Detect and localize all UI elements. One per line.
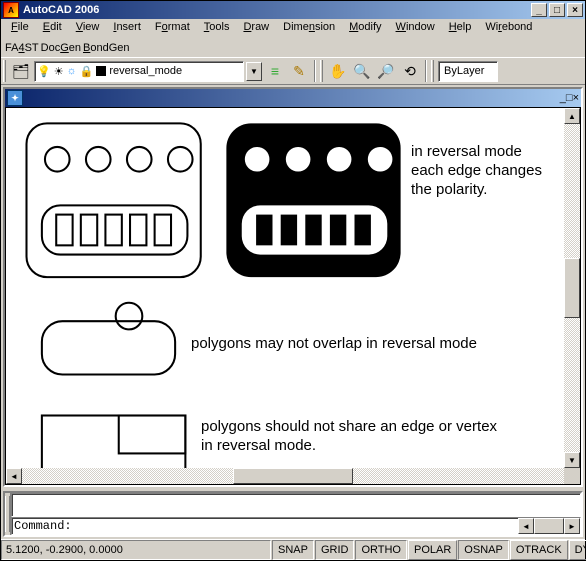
drawing-icon: ✦ [7,90,23,106]
layer-name: reversal_mode [109,65,182,77]
menu-file[interactable]: File [5,19,35,35]
cmd-scroll-right-button[interactable]: ► [564,518,580,534]
scroll-down-button[interactable]: ▼ [564,452,580,468]
menubar: File Edit View Insert Format Tools Draw … [1,19,585,38]
horizontal-scroll-thumb[interactable] [233,468,353,484]
cmd-scroll-left-button[interactable]: ◄ [518,518,534,534]
menu-draw[interactable]: Draw [237,19,275,35]
menu-bondgen[interactable]: BondGen [83,42,130,54]
caption-1: in reversal mode each edge changes the p… [411,143,551,199]
drawing-titlebar: ✦ _ □ × [5,89,581,107]
pan-icon: ✋ [329,63,346,80]
zoom-prev-icon: ⟲ [404,63,416,80]
toolbar-grip-2[interactable] [320,60,323,82]
status-osnap[interactable]: OSNAP [458,540,509,560]
scroll-left-button[interactable]: ◄ [6,468,22,484]
status-grid[interactable]: GRID [315,540,355,560]
layers-stack-icon: 🗂 [12,63,30,80]
cmd-scroll-thumb[interactable] [534,518,564,534]
layer-dropdown-arrow[interactable]: ▼ [246,62,262,81]
zoom-previous-button[interactable]: ⟲ [399,60,421,82]
menu-view[interactable]: View [70,19,106,35]
vertical-scroll-thumb[interactable] [564,258,580,318]
drawing-frame: ✦ _ □ × [3,87,583,487]
command-history[interactable] [11,493,581,517]
pan-button[interactable]: ✋ [327,60,349,82]
drawing-close-button[interactable]: × [573,92,579,104]
toolbar-grip[interactable] [3,60,6,82]
layer-toolbar: 🗂 💡 ☀ ☼ 🔒 reversal_mode ▼ ≡ ✎ ✋ 🔍 🔎 ⟲ By… [1,57,585,85]
menu-tools[interactable]: Tools [198,19,236,35]
status-otrack[interactable]: OTRACK [510,540,568,560]
menubar-row2: FA4ST DocGen BondGen [1,38,585,57]
menu-edit[interactable]: Edit [37,19,68,35]
color-dropdown[interactable]: ByLayer [438,61,498,82]
caption-2: polygons may not overlap in reversal mod… [191,335,477,354]
window-title: AutoCAD 2006 [23,4,99,16]
command-frame: Command: ◄ ► [3,491,583,537]
menu-insert[interactable]: Insert [107,19,147,35]
drawing-maximize-button[interactable]: □ [566,92,573,104]
horizontal-scrollbar[interactable]: ◄ ► [6,468,580,484]
bulb-icon: 💡 [37,65,51,78]
titlebar: A AutoCAD 2006 _ □ × [1,1,585,19]
status-snap[interactable]: SNAP [272,540,314,560]
layer-color-swatch [96,66,106,76]
zoom-window-button[interactable]: 🔎 [375,60,397,82]
maximize-button[interactable]: □ [549,3,565,17]
caption-3: polygons should not share an edge or ver… [201,418,501,456]
status-dyn[interactable]: DYN [569,540,586,560]
statusbar: 5.1200, -0.2900, 0.0000 SNAP GRID ORTHO … [1,539,585,560]
close-button[interactable]: × [567,3,583,17]
zoom-realtime-button[interactable]: 🔍 [351,60,373,82]
sun-icon: ☀ [54,65,64,78]
app-window: A AutoCAD 2006 _ □ × File Edit View Inse… [0,0,586,561]
lock-icon: 🔒 [80,65,94,78]
status-ortho[interactable]: ORTHO [355,540,407,560]
scroll-up-button[interactable]: ▲ [564,108,580,124]
layer-dropdown[interactable]: 💡 ☀ ☼ 🔒 reversal_mode [34,61,244,82]
layers-icon: ≡ [271,63,279,79]
command-prompt-label: Command: [12,518,74,534]
menu-fast[interactable]: FA4ST [5,42,39,54]
status-polar[interactable]: POLAR [408,540,457,560]
drawing-canvas[interactable]: in reversal mode each edge changes the p… [5,107,581,485]
minimize-button[interactable]: _ [531,3,547,17]
menu-dimension[interactable]: Dimension [277,19,341,35]
status-coordinates[interactable]: 5.1200, -0.2900, 0.0000 [1,540,271,560]
vertical-scrollbar[interactable]: ▲ ▼ [564,108,580,468]
command-input-row[interactable]: Command: ◄ ► [11,517,581,535]
menu-modify[interactable]: Modify [343,19,387,35]
layer-previous-button[interactable]: ≡ [264,60,286,82]
brush-icon: ✎ [293,63,305,80]
menu-format[interactable]: Format [149,19,196,35]
menu-docgen[interactable]: DocGen [41,42,81,54]
menu-window[interactable]: Window [390,19,441,35]
app-icon: A [3,2,19,18]
toolbar-grip-3[interactable] [431,60,434,82]
scroll-corner [564,468,580,484]
menu-help[interactable]: Help [443,19,478,35]
freeze-icon: ☼ [67,65,77,77]
layer-states-button[interactable]: ✎ [288,60,310,82]
layer-manager-button[interactable]: 🗂 [10,60,32,82]
menu-wirebond[interactable]: Wirebond [479,19,538,35]
zoom-window-icon: 🔎 [377,63,394,80]
zoom-plus-icon: 🔍 [353,63,370,80]
color-label: ByLayer [444,65,484,77]
